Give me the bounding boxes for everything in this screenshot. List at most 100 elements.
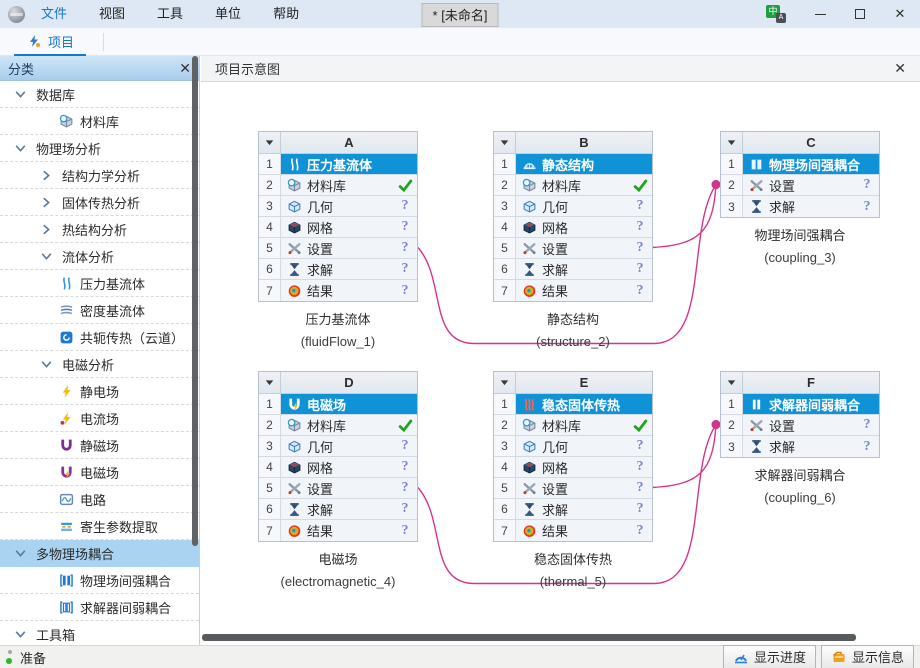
system-A-row-3[interactable]: 3 几何? xyxy=(259,196,417,217)
system-E-row-3[interactable]: 3 几何? xyxy=(494,436,652,457)
cell-label: 求解 xyxy=(542,500,568,519)
info-icon xyxy=(831,649,847,665)
system-menu-button[interactable] xyxy=(721,132,743,153)
menu-units[interactable]: 单位 xyxy=(199,0,257,28)
system-A-row-7[interactable]: 7 结果? xyxy=(259,280,417,301)
system-table: F 1 求解器间弱耦合 2 设置? 3 求解? xyxy=(720,371,880,458)
system-C-row-2[interactable]: 2 设置? xyxy=(721,175,879,196)
system-F-row-1[interactable]: 1 求解器间弱耦合 xyxy=(721,394,879,415)
cell-label: 网格 xyxy=(542,458,568,477)
menu-help[interactable]: 帮助 xyxy=(257,0,315,28)
sidebar-item-1[interactable]: 材料库 xyxy=(0,108,199,135)
row-number: 6 xyxy=(494,259,516,279)
system-E-row-6[interactable]: 6 求解? xyxy=(494,499,652,520)
system-B-row-3[interactable]: 3 几何? xyxy=(494,196,652,217)
system-F-row-3[interactable]: 3 求解? xyxy=(721,436,879,457)
system-D-row-6[interactable]: 6 求解? xyxy=(259,499,417,520)
electrostatic-icon xyxy=(58,383,74,399)
sidebar-item-13[interactable]: 静磁场 xyxy=(0,432,199,459)
row-number: 3 xyxy=(259,436,281,456)
settings-icon xyxy=(286,240,302,256)
system-D-row-2[interactable]: 2 材料库 xyxy=(259,415,417,436)
schematic-close-icon[interactable]: ✕ xyxy=(894,60,906,77)
system-A-row-5[interactable]: 5 设置? xyxy=(259,238,417,259)
system-code: (structure_2) xyxy=(493,334,653,349)
mesh-icon xyxy=(521,219,537,235)
question-mark-icon: ? xyxy=(402,198,409,214)
sidebar-item-19[interactable]: 求解器间弱耦合 xyxy=(0,594,199,621)
sidebar-close-icon[interactable]: ✕ xyxy=(179,60,191,77)
system-B-row-7[interactable]: 7 结果? xyxy=(494,280,652,301)
system-menu-button[interactable] xyxy=(721,372,743,393)
sidebar-item-11[interactable]: 静电场 xyxy=(0,378,199,405)
project-tab-icon xyxy=(26,33,42,49)
system-F-row-2[interactable]: 2 设置? xyxy=(721,415,879,436)
sidebar-item-20[interactable]: 工具箱 xyxy=(0,621,199,645)
menu-view[interactable]: 视图 xyxy=(83,0,141,28)
row-number: 6 xyxy=(259,499,281,519)
sidebar-item-2[interactable]: 物理场分析 xyxy=(0,135,199,162)
geometry-icon xyxy=(286,438,302,454)
system-C-row-1[interactable]: 1 物理场间强耦合 xyxy=(721,154,879,175)
sidebar-item-17[interactable]: 多物理场耦合 xyxy=(0,540,199,567)
system-D-row-3[interactable]: 3 几何? xyxy=(259,436,417,457)
system-D-row-4[interactable]: 4 网格? xyxy=(259,457,417,478)
menu-file[interactable]: 文件 xyxy=(25,0,83,28)
system-B-row-5[interactable]: 5 设置? xyxy=(494,238,652,259)
system-E-row-7[interactable]: 7 结果? xyxy=(494,520,652,541)
system-A-row-1[interactable]: 1 压力基流体 xyxy=(259,154,417,175)
question-mark-icon: ? xyxy=(402,501,409,517)
system-A-row-2[interactable]: 2 材料库 xyxy=(259,175,417,196)
sidebar-item-6[interactable]: 流体分析 xyxy=(0,243,199,270)
sidebar-item-8[interactable]: 密度基流体 xyxy=(0,297,199,324)
system-B-row-4[interactable]: 4 网格? xyxy=(494,217,652,238)
system-B-row-2[interactable]: 2 材料库 xyxy=(494,175,652,196)
sidebar-item-0[interactable]: 数据库 xyxy=(0,81,199,108)
system-D-row-5[interactable]: 5 设置? xyxy=(259,478,417,499)
sidebar-item-7[interactable]: 压力基流体 xyxy=(0,270,199,297)
sidebar-item-16[interactable]: 寄生参数提取 xyxy=(0,513,199,540)
system-menu-button[interactable] xyxy=(494,372,516,393)
system-menu-button[interactable] xyxy=(259,372,281,393)
system-D-row-1[interactable]: 1 电磁场 xyxy=(259,394,417,415)
sidebar-item-label: 结构力学分析 xyxy=(62,166,140,185)
project-schematic-canvas[interactable]: A 1 压力基流体 2 材料库 3 几何? 4 网格? 5 设置? 6 求解? … xyxy=(201,82,920,633)
system-menu-button[interactable] xyxy=(494,132,516,153)
maximize-button[interactable] xyxy=(840,0,880,28)
system-E-row-2[interactable]: 2 材料库 xyxy=(494,415,652,436)
system-E-row-5[interactable]: 5 设置? xyxy=(494,478,652,499)
sidebar-item-4[interactable]: 固体传热分析 xyxy=(0,189,199,216)
minimize-button[interactable] xyxy=(800,0,840,28)
sidebar-item-3[interactable]: 结构力学分析 xyxy=(0,162,199,189)
show-info-button[interactable]: 显示信息 xyxy=(821,645,914,668)
tab-project[interactable]: 项目 xyxy=(14,28,86,56)
system-B-row-6[interactable]: 6 求解? xyxy=(494,259,652,280)
system-E-row-1[interactable]: 1 稳态固体传热 xyxy=(494,394,652,415)
sidebar-item-18[interactable]: 物理场间强耦合 xyxy=(0,567,199,594)
translate-icon[interactable]: 中A xyxy=(766,5,786,23)
canvas-hscrollbar-thumb[interactable] xyxy=(202,634,856,641)
sidebar-item-5[interactable]: 热结构分析 xyxy=(0,216,199,243)
cell-label: 网格 xyxy=(542,218,568,237)
chevron-down-icon xyxy=(12,545,28,561)
sidebar-item-10[interactable]: 电磁分析 xyxy=(0,351,199,378)
close-button[interactable]: ✕ xyxy=(880,0,920,28)
dropdown-arrow-icon xyxy=(262,135,278,151)
sidebar-item-15[interactable]: 电路 xyxy=(0,486,199,513)
system-A-row-4[interactable]: 4 网格? xyxy=(259,217,417,238)
system-menu-button[interactable] xyxy=(259,132,281,153)
system-D-row-7[interactable]: 7 结果? xyxy=(259,520,417,541)
system-E-row-4[interactable]: 4 网格? xyxy=(494,457,652,478)
weak-coupling-white-icon xyxy=(748,396,764,412)
sidebar-scrollbar-thumb[interactable] xyxy=(192,56,198,546)
row-number: 3 xyxy=(494,196,516,216)
system-C-row-3[interactable]: 3 求解? xyxy=(721,196,879,217)
sidebar-item-9[interactable]: 共轭传热（云道） xyxy=(0,324,199,351)
show-progress-button[interactable]: 显示进度 xyxy=(723,645,816,668)
cell-label: 设置 xyxy=(769,176,795,195)
sidebar-item-12[interactable]: 电流场 xyxy=(0,405,199,432)
menu-tools[interactable]: 工具 xyxy=(141,0,199,28)
sidebar-item-14[interactable]: 电磁场 xyxy=(0,459,199,486)
system-A-row-6[interactable]: 6 求解? xyxy=(259,259,417,280)
system-B-row-1[interactable]: 1 静态结构 xyxy=(494,154,652,175)
